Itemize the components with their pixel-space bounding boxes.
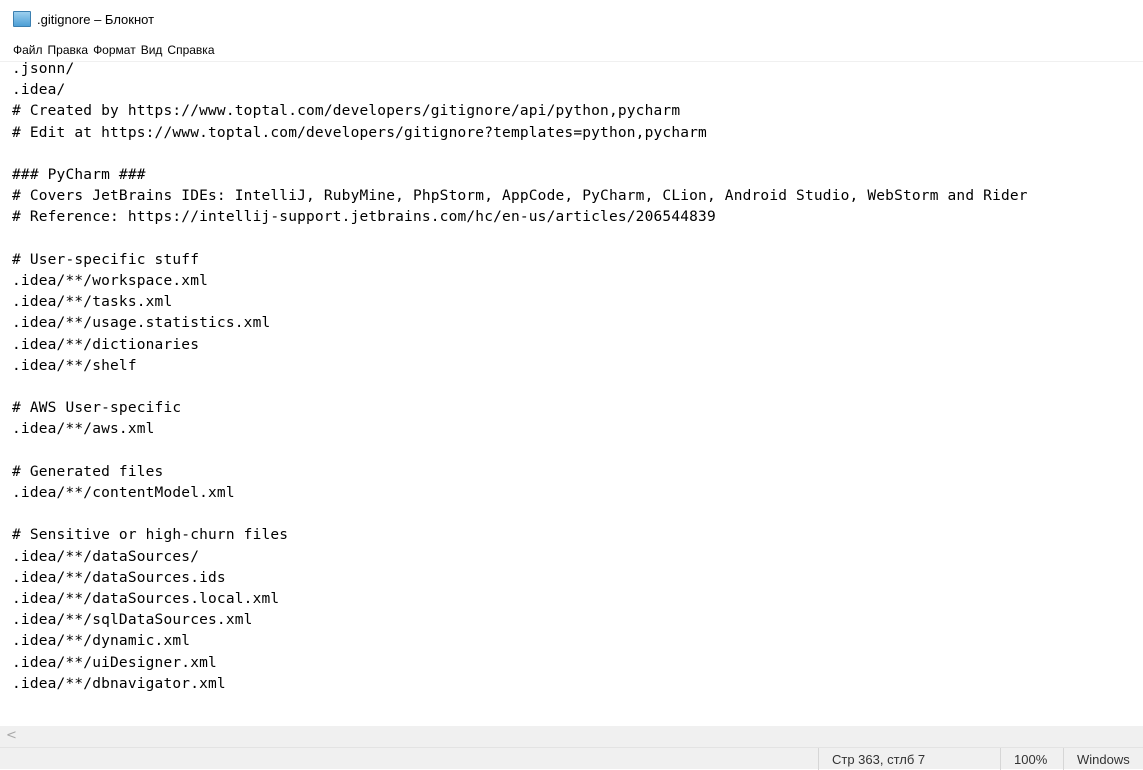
status-zoom: 100%: [1000, 748, 1063, 770]
line-ending: Windows: [1077, 751, 1130, 767]
menu-help[interactable]: Справка: [167, 42, 214, 58]
menu-edit[interactable]: Правка: [48, 42, 89, 58]
horizontal-scrollbar[interactable]: <: [0, 726, 1143, 747]
title-bar: .gitignore – Блокнот: [0, 0, 1143, 38]
menu-format[interactable]: Формат: [93, 42, 136, 58]
zoom-level: 100%: [1014, 751, 1048, 767]
menu-bar: Файл Правка Формат Вид Справка: [0, 40, 1143, 60]
status-position: Стр 363, стлб 7: [818, 748, 1000, 770]
status-line-ending: Windows: [1063, 748, 1143, 770]
status-bar: Стр 363, стлб 7 100% Windows: [0, 747, 1143, 770]
notepad-icon: [13, 11, 31, 27]
window-title: .gitignore – Блокнот: [37, 11, 155, 27]
menu-file[interactable]: Файл: [13, 42, 43, 58]
text-editor[interactable]: .jsonn/ .idea/ # Created by https://www.…: [0, 62, 1143, 726]
chevron-left-icon[interactable]: <: [6, 728, 17, 743]
menu-view[interactable]: Вид: [141, 42, 163, 58]
editor-text[interactable]: .jsonn/ .idea/ # Created by https://www.…: [0, 62, 1143, 695]
cursor-position: Стр 363, стлб 7: [832, 751, 926, 767]
